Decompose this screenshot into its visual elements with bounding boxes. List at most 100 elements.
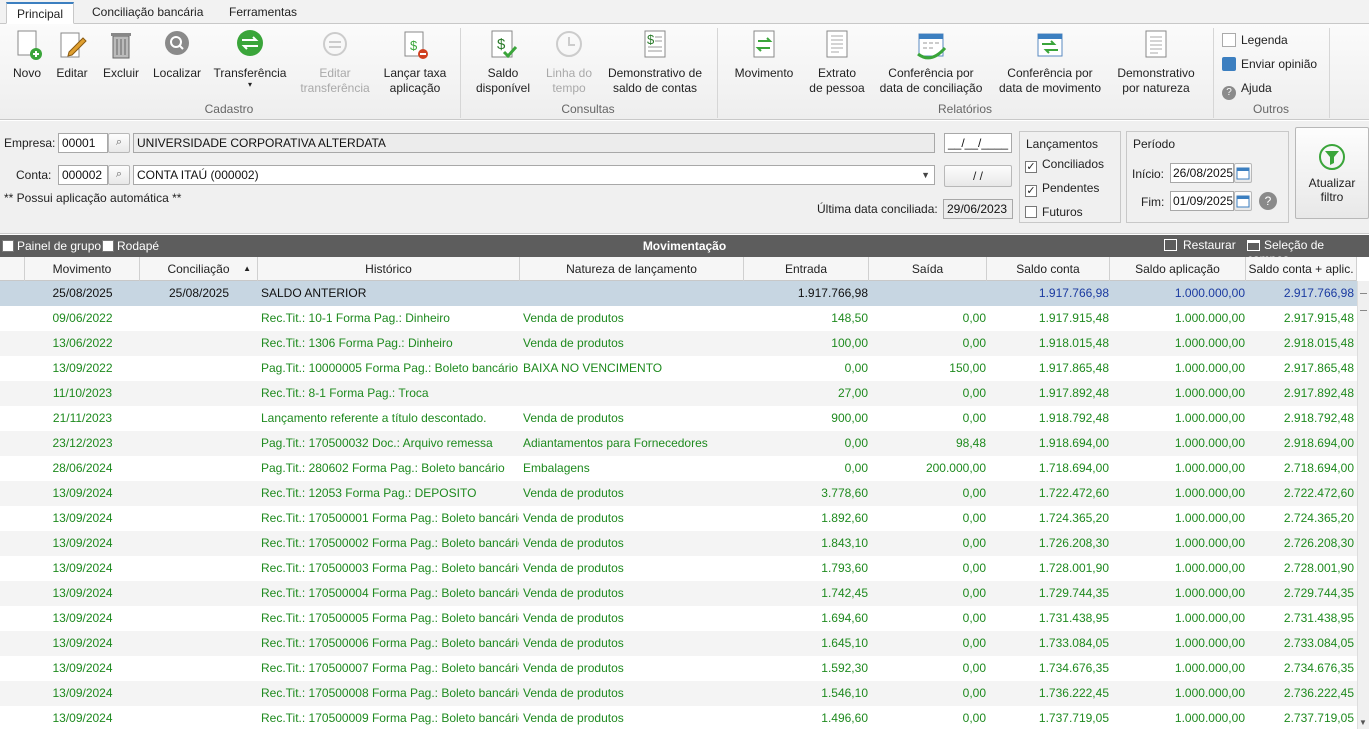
fim-date-input[interactable]: 01/09/2025 (1170, 191, 1234, 211)
table-row[interactable]: 23/12/2023 Pag.Tit.: 170500032 Doc.: Arqu… (0, 431, 1357, 456)
conciliados-checkbox[interactable]: ✓ Conciliados (1025, 157, 1104, 173)
group-cadastro-label: Cadastro (204, 102, 254, 116)
table-row[interactable]: 13/09/2022 Pag.Tit.: 10000005 Forma Pag.:… (0, 356, 1357, 381)
lancamentos-title: Lançamentos (1026, 137, 1099, 151)
vertical-scrollbar[interactable]: ▼ (1357, 281, 1369, 729)
atualizar-filtro-button[interactable]: Atualizar filtro (1295, 127, 1369, 219)
table-row[interactable]: 13/06/2022 Rec.Tit.: 1306 Forma Pag.: Din… (0, 331, 1357, 356)
table-row[interactable]: 13/09/2024 Rec.Tit.: 170500009 Forma Pag.… (0, 706, 1357, 731)
column-header-conciliacao[interactable]: Conciliação ▲ (140, 257, 258, 281)
cell-sa: 1.000.000,00 (1174, 436, 1245, 450)
empresa-code-input[interactable]: 00001 (58, 133, 108, 153)
edit-icon (55, 28, 89, 62)
excluir-button[interactable]: Excluir (100, 28, 142, 81)
rodape-checkbox[interactable]: Rodapé (102, 239, 159, 253)
restaurar-button[interactable]: Restaurar (1164, 238, 1236, 252)
extrato-label-2: de pessoa (809, 81, 865, 95)
cell-hist: SALDO ANTERIOR (261, 286, 367, 300)
pendentes-label: Pendentes (1042, 181, 1100, 195)
cell-sai: 0,00 (962, 586, 986, 600)
ajuda-button[interactable]: ? Ajuda (1222, 78, 1272, 100)
table-row[interactable]: 13/09/2024 Rec.Tit.: 170500005 Forma Pag.… (0, 606, 1357, 631)
table-row[interactable]: 13/09/2024 Rec.Tit.: 170500008 Forma Pag.… (0, 681, 1357, 706)
transferencia-button[interactable]: Transferência ▾ (212, 28, 288, 89)
empresa-search-button[interactable]: ⌕ (108, 133, 130, 153)
cell-mov: 13/09/2024 (52, 586, 113, 600)
cell-sai: 0,00 (962, 686, 986, 700)
tab-conciliacao-bancaria[interactable]: Conciliação bancária (82, 2, 213, 24)
table-row[interactable]: 09/06/2022 Rec.Tit.: 10-1 Forma Pag.: Din… (0, 306, 1357, 331)
cell-sa: 1.000.000,00 (1174, 636, 1245, 650)
table-row[interactable]: 11/10/2023 Rec.Tit.: 8-1 Forma Pag.: Troc… (0, 381, 1357, 406)
movimento-button[interactable]: Movimento (728, 28, 800, 81)
table-row[interactable]: 13/09/2024 Rec.Tit.: 170500006 Forma Pag.… (0, 631, 1357, 656)
futuros-checkbox[interactable]: Futuros (1025, 205, 1083, 219)
column-header-saldo-conta[interactable]: Saldo conta (987, 257, 1110, 281)
table-row[interactable]: 13/09/2024 Rec.Tit.: 12053 Forma Pag.: DE… (0, 481, 1357, 506)
conferencia-conciliacao-button[interactable]: Conferência por data de conciliação (876, 28, 986, 96)
pendentes-checkbox[interactable]: ✓ Pendentes (1025, 181, 1099, 197)
table-row[interactable]: 13/09/2024 Rec.Tit.: 170500003 Forma Pag.… (0, 556, 1357, 581)
editar-transferencia-button[interactable]: Editar transferência (296, 28, 374, 96)
tab-principal[interactable]: Principal (6, 2, 75, 24)
conta-search-button[interactable]: ⌕ (108, 165, 130, 185)
cell-nat: Venda de produtos (523, 711, 624, 725)
cell-sai: 0,00 (962, 336, 986, 350)
table-row[interactable]: 13/09/2024 Rec.Tit.: 170500007 Forma Pag.… (0, 656, 1357, 681)
ribbon-tabs: Principal Conciliação bancária Ferrament… (0, 0, 1369, 24)
calendar-icon[interactable] (1234, 163, 1252, 183)
column-header-entrada[interactable]: Entrada (744, 257, 869, 281)
scroll-down-icon[interactable]: ▼ (1359, 718, 1367, 727)
cell-sai: 0,00 (962, 661, 986, 675)
conta-date-input[interactable]: / / (944, 165, 1012, 187)
cell-mov: 23/12/2023 (52, 436, 113, 450)
column-header-natureza[interactable]: Natureza de lançamento (520, 257, 744, 281)
lancamentos-group: Lançamentos ✓ Conciliados ✓ Pendentes Futu… (1019, 131, 1121, 223)
table-row[interactable]: 13/09/2024 Rec.Tit.: 170500002 Forma Pag.… (0, 531, 1357, 556)
help-icon[interactable]: ? (1259, 192, 1277, 210)
cell-sc: 1.733.084,05 (1038, 636, 1109, 650)
demonstrativo-saldo-button[interactable]: $ Demonstrativo de saldo de contas (604, 28, 706, 96)
novo-button[interactable]: Novo (6, 28, 48, 81)
cell-sa: 1.000.000,00 (1174, 611, 1245, 625)
linha-do-tempo-button[interactable]: Linha do tempo (540, 28, 598, 96)
column-header-saldo-aplicacao[interactable]: Saldo aplicação (1110, 257, 1246, 281)
calendar-icon[interactable] (1234, 191, 1252, 211)
new-document-icon (10, 28, 44, 62)
table-row[interactable]: 13/09/2024 Rec.Tit.: 170500004 Forma Pag.… (0, 581, 1357, 606)
inicio-date-input[interactable]: 26/08/2025 (1170, 163, 1234, 183)
saldo-disponivel-button[interactable]: $ Saldo disponível (472, 28, 534, 96)
group-outros-label: Outros (1252, 102, 1289, 116)
table-row[interactable]: 21/11/2023 Lançamento referente a título … (0, 406, 1357, 431)
cell-ent: 148,50 (831, 311, 868, 325)
conta-code-input[interactable]: 000002 (58, 165, 108, 185)
column-header-movimento[interactable]: Movimento (25, 257, 140, 281)
tab-ferramentas[interactable]: Ferramentas (219, 2, 307, 24)
painel-grupo-checkbox[interactable]: Painel de grupo (2, 239, 101, 253)
checkbox-unchecked-icon (102, 240, 114, 252)
localizar-button[interactable]: Localizar (150, 28, 204, 81)
table-row[interactable]: 28/06/2024 Pag.Tit.: 280602 Forma Pag.: B… (0, 456, 1357, 481)
cell-ent: 1.917.766,98 (797, 286, 868, 300)
cell-sc: 1.737.719,05 (1038, 711, 1109, 725)
cell-st: 2.733.084,05 (1283, 636, 1354, 650)
empresa-date-input[interactable]: __/__/____ (944, 133, 1012, 153)
periodo-title: Período (1133, 137, 1176, 151)
column-header-saldo-total[interactable]: Saldo conta + aplic. (1246, 257, 1357, 281)
column-header-saida[interactable]: Saída (869, 257, 987, 281)
scrollbar-thumb[interactable] (1360, 293, 1367, 311)
legenda-button[interactable]: Legenda (1222, 30, 1288, 50)
lancar-taxa-label-2: aplicação (389, 81, 441, 95)
conta-select[interactable]: CONTA ITAÚ (000002) ▼ (133, 165, 935, 185)
column-header-historico[interactable]: Histórico (258, 257, 520, 281)
conferencia-movimento-button[interactable]: Conferência por data de movimento (994, 28, 1106, 96)
table-row[interactable]: 25/08/2025 25/08/2025 SALDO ANTERIOR 1.917.… (0, 281, 1357, 306)
cell-sa: 1.000.000,00 (1174, 311, 1245, 325)
editar-button[interactable]: Editar (52, 28, 92, 81)
empresa-name-field: UNIVERSIDADE CORPORATIVA ALTERDATA (133, 133, 935, 153)
table-row[interactable]: 13/09/2024 Rec.Tit.: 170500001 Forma Pag.… (0, 506, 1357, 531)
enviar-opiniao-button[interactable]: Enviar opinião (1222, 54, 1317, 74)
lancar-taxa-button[interactable]: $ Lançar taxa aplicação (380, 28, 450, 96)
extrato-pessoa-button[interactable]: Extrato de pessoa (808, 28, 866, 96)
demonstrativo-natureza-button[interactable]: Demonstrativo por natureza (1112, 28, 1200, 96)
